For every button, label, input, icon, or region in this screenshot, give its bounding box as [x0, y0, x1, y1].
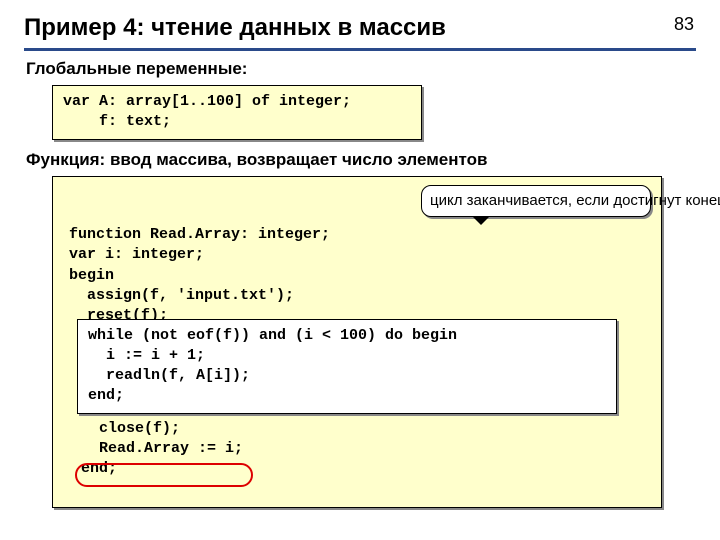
code-function-body: function Read.Array: integer; var i: int… — [52, 176, 662, 508]
page-number: 83 — [674, 14, 694, 35]
section-globals: Глобальные переменные: — [26, 59, 696, 79]
slide-title: Пример 4: чтение данных в массив — [24, 14, 696, 51]
code-tail: close(f); Read.Array := i; end; — [81, 419, 243, 480]
code-while-loop: while (not eof(f)) and (i < 100) do begi… — [77, 319, 617, 414]
callout-loop-note: цикл заканчивается, если достигнут конец… — [421, 185, 651, 218]
code-global-vars: var A: array[1..100] of integer; f: text… — [52, 85, 422, 140]
section-function: Функция: ввод массива, возвращает число … — [26, 150, 696, 170]
